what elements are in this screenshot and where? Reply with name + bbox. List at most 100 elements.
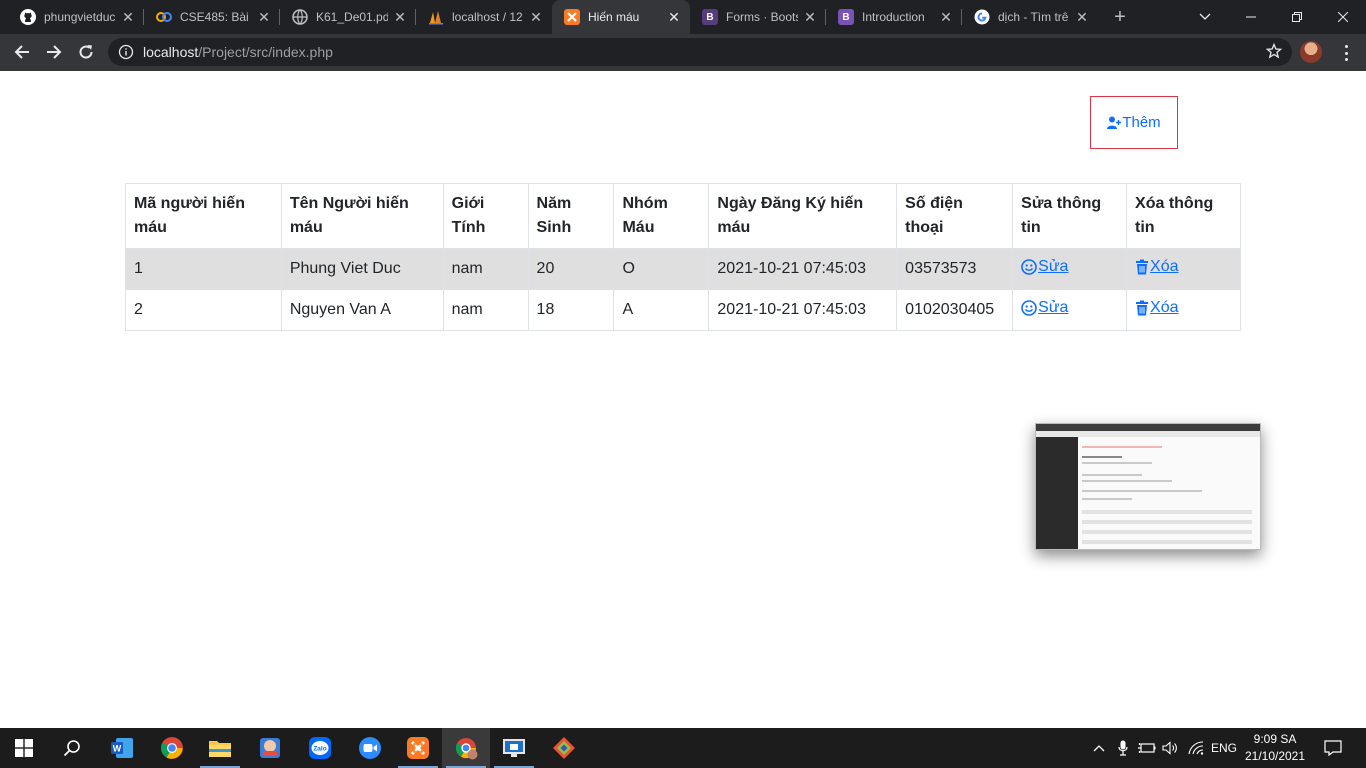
browser-tab-strip: phungvietduc ✕ CSE485: Bài k ✕ K61_De01.… <box>0 0 1366 34</box>
cell-blood-group: O <box>613 248 710 290</box>
trash-icon <box>1136 300 1149 316</box>
close-icon[interactable]: ✕ <box>256 9 272 26</box>
notifications-button[interactable] <box>1322 728 1344 768</box>
phpmyadmin-icon <box>428 9 444 25</box>
tab-phpmyadmin[interactable]: localhost / 12 ✕ <box>416 0 552 34</box>
svg-text:W: W <box>113 744 122 754</box>
column-header: Năm Sinh <box>527 183 615 249</box>
close-icon[interactable]: ✕ <box>802 9 818 26</box>
tab-google-search[interactable]: dịch - Tìm trê ✕ <box>962 0 1098 34</box>
taskbar-remote-desktop[interactable] <box>490 728 538 768</box>
colab-icon <box>156 9 172 25</box>
tab-title: Forms · Boots <box>726 10 798 24</box>
github-icon <box>20 9 36 25</box>
close-icon[interactable]: ✕ <box>1074 9 1090 26</box>
bootstrap-icon: B <box>702 9 718 25</box>
taskbar-chrome-profile[interactable] <box>442 728 490 768</box>
tab-colab[interactable]: CSE485: Bài k ✕ <box>144 0 280 34</box>
cell-id: 2 <box>125 289 282 331</box>
column-header: Xóa thông tin <box>1126 183 1241 249</box>
tab-title: dịch - Tìm trê <box>998 10 1069 24</box>
close-icon[interactable]: ✕ <box>120 9 136 26</box>
tab-title: phungvietduc <box>44 10 116 24</box>
close-icon[interactable]: ✕ <box>666 9 682 26</box>
tab-github[interactable]: phungvietduc ✕ <box>8 0 144 34</box>
zalo-icon: Zalo <box>309 737 331 759</box>
edit-link-label: Sửa <box>1038 258 1069 275</box>
start-button[interactable] <box>0 728 48 768</box>
delete-link[interactable]: Xóa <box>1135 299 1179 317</box>
reload-button[interactable] <box>72 38 100 66</box>
column-header: Mã người hiến máu <box>125 183 282 249</box>
taskbar-xampp[interactable] <box>394 728 442 768</box>
close-icon[interactable]: ✕ <box>938 9 954 26</box>
chrome-profile-icon <box>455 738 478 760</box>
volume-button[interactable] <box>1161 728 1181 768</box>
donor-table: Mã người hiến máu Tên Người hiến máu Giớ… <box>125 183 1241 331</box>
arrow-right-icon <box>47 45 62 59</box>
close-window-button[interactable] <box>1320 0 1366 34</box>
taskbar-chrome[interactable] <box>148 728 196 768</box>
tab-title: CSE485: Bài k <box>180 10 252 24</box>
forward-button[interactable] <box>40 38 68 66</box>
trash-icon <box>1136 259 1149 275</box>
restore-button[interactable] <box>1274 0 1320 34</box>
user-plus-icon <box>1107 116 1122 129</box>
word-icon: W <box>111 738 133 758</box>
tab-hien-mau[interactable]: Hiến máu ✕ <box>552 0 690 34</box>
clock-date: 21/10/2021 <box>1244 749 1306 763</box>
profile-avatar[interactable] <box>1300 41 1322 63</box>
file-explorer-icon <box>209 741 231 757</box>
microphone-button[interactable] <box>1114 728 1132 768</box>
svg-text:Zalo: Zalo <box>313 746 326 753</box>
delete-link[interactable]: Xóa <box>1135 258 1179 276</box>
tab-bootstrap-intro[interactable]: B Introduction ✕ <box>826 0 962 34</box>
tab-search-button[interactable] <box>1182 0 1228 34</box>
edit-link[interactable]: Sửa <box>1021 258 1068 276</box>
chrome-menu-button[interactable] <box>1338 43 1354 63</box>
screenshot-thumbnail[interactable] <box>1035 423 1261 550</box>
column-header: Ngày Đăng Ký hiến máu <box>708 183 898 249</box>
bookmark-star-icon[interactable] <box>1265 42 1283 62</box>
remote-desktop-icon <box>503 739 525 757</box>
taskbar-zoom[interactable] <box>346 728 394 768</box>
battery-button[interactable] <box>1137 728 1157 768</box>
back-button[interactable] <box>8 38 36 66</box>
tab-pdf[interactable]: K61_De01.pdf ✕ <box>280 0 416 34</box>
taskbar-zalo[interactable]: Zalo <box>296 728 344 768</box>
url-path: /Project/src/index.php <box>198 44 333 60</box>
paint-icon <box>260 738 280 758</box>
column-header: Sửa thông tin <box>1012 183 1128 249</box>
microphone-icon <box>1118 740 1128 756</box>
cell-gender: nam <box>442 289 529 331</box>
taskbar-git[interactable] <box>540 728 588 768</box>
wifi-button[interactable] <box>1185 728 1207 768</box>
taskbar-search-button[interactable] <box>48 728 96 768</box>
taskbar-file-explorer[interactable] <box>196 728 244 768</box>
address-bar[interactable]: localhost/Project/src/index.php <box>108 38 1292 66</box>
taskbar-paint[interactable] <box>246 728 294 768</box>
edit-link[interactable]: Sửa <box>1021 299 1068 317</box>
add-donor-button[interactable]: Thêm <box>1090 96 1178 149</box>
close-icon[interactable]: ✕ <box>528 9 544 26</box>
tab-bootstrap-forms[interactable]: B Forms · Boots ✕ <box>690 0 826 34</box>
minimize-button[interactable] <box>1228 0 1274 34</box>
google-icon <box>974 9 990 25</box>
new-tab-button[interactable]: + <box>1108 5 1132 29</box>
close-icon[interactable]: ✕ <box>392 9 408 26</box>
cell-gender: nam <box>442 248 529 290</box>
smile-icon <box>1021 259 1037 275</box>
input-language-button[interactable]: ENG <box>1209 728 1239 768</box>
table-header-row: Mã người hiến máu Tên Người hiến máu Giớ… <box>125 183 1241 249</box>
cell-id: 1 <box>125 248 282 290</box>
windows-taskbar: W Zalo ENG 9:09 SA 21/10/2021 <box>0 728 1366 768</box>
system-clock[interactable]: 9:09 SA 21/10/2021 <box>1240 731 1310 765</box>
git-icon <box>553 737 575 759</box>
chrome-icon <box>161 737 183 759</box>
column-header: Tên Người hiến máu <box>280 183 444 249</box>
show-hidden-icons-button[interactable] <box>1090 728 1108 768</box>
xampp-icon <box>407 737 429 759</box>
info-icon[interactable] <box>118 44 134 60</box>
taskbar-word[interactable]: W <box>98 728 146 768</box>
cell-phone: 03573573 <box>896 248 1014 290</box>
